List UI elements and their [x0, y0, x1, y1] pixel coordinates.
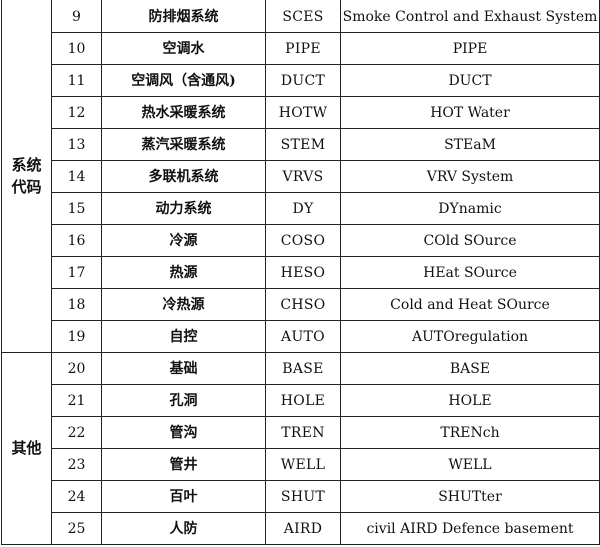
code-cell: TREN [265, 416, 341, 449]
name-cell: 管沟 [101, 416, 266, 449]
name-cell: 百叶 [101, 480, 266, 513]
number-cell: 22 [51, 416, 102, 449]
table-row: 其他 20 基础 BASE BASE [1, 352, 600, 545]
number-cell: 25 [51, 512, 102, 545]
description-cell: civil AIRD Defence basement [340, 512, 600, 545]
name-cell: 动力系统 [101, 192, 266, 225]
code-cell: SCES [265, 0, 341, 33]
description-cell: DYnamic [340, 192, 600, 225]
number-cell: 16 [51, 224, 102, 257]
description-cell: STEaM [340, 128, 600, 161]
number-cell: 20 [51, 352, 102, 385]
number-cell: 15 [51, 192, 102, 225]
description-cell: PIPE [340, 32, 600, 65]
name-cell: 空调风（含通风) [101, 64, 266, 97]
number-cell: 9 [51, 0, 102, 33]
number-cell: 17 [51, 256, 102, 289]
table-row: 14 多联机系统 VRVS VRV System [2, 160, 600, 193]
name-cell: 热水采暖系统 [101, 96, 266, 129]
name-cell: 管井 [101, 448, 266, 481]
table-row: 13 蒸汽采暖系统 STEM STEaM [2, 128, 600, 161]
table-row: 24 百叶 SHUT SHUTter [2, 480, 600, 513]
table-row: 19 自控 AUTO AUTOregulation [2, 320, 600, 353]
code-cell: HOTW [265, 96, 341, 129]
name-cell: 人防 [101, 512, 266, 545]
number-cell: 21 [51, 384, 102, 417]
description-cell: HOT Water [340, 96, 600, 129]
group-label-line: 其他 [11, 438, 42, 457]
description-cell: HEat SOurce [340, 256, 600, 289]
name-cell: 蒸汽采暖系统 [101, 128, 266, 161]
table-row: 18 冷热源 CHSO Cold and Heat SOurce [2, 288, 600, 321]
group-label-cell: 其他 [1, 352, 52, 545]
description-cell: WELL [340, 448, 600, 481]
name-cell: 防排烟系统 [101, 0, 266, 33]
code-cell: COSO [265, 224, 341, 257]
description-cell: TRENch [340, 416, 600, 449]
name-cell: 自控 [101, 320, 266, 353]
number-cell: 14 [51, 160, 102, 193]
group-label-line: 系统 [11, 155, 42, 174]
description-cell: SHUTter [340, 480, 600, 513]
code-cell: BASE [265, 352, 341, 385]
description-cell: AUTOregulation [340, 320, 600, 353]
description-cell: Smoke Control and Exhaust System [340, 0, 600, 33]
table-row: 25 人防 AIRD civil AIRD Defence basement [2, 512, 600, 545]
code-cell: SHUT [265, 480, 341, 513]
number-cell: 11 [51, 64, 102, 97]
table-row: 22 管沟 TREN TRENch [2, 416, 600, 449]
code-cell: DUCT [265, 64, 341, 97]
description-cell: HOLE [340, 384, 600, 417]
number-cell: 13 [51, 128, 102, 161]
code-cell: VRVS [265, 160, 341, 193]
code-cell: HESO [265, 256, 341, 289]
group-label-line: 代码 [11, 177, 42, 196]
name-cell: 冷热源 [101, 288, 266, 321]
number-cell: 18 [51, 288, 102, 321]
code-cell: PIPE [265, 32, 341, 65]
number-cell: 10 [51, 32, 102, 65]
table-row: 21 孔洞 HOLE HOLE [2, 384, 600, 417]
description-cell: COld SOurce [340, 224, 600, 257]
number-cell: 12 [51, 96, 102, 129]
code-cell: STEM [265, 128, 341, 161]
description-cell: VRV System [340, 160, 600, 193]
name-cell: 多联机系统 [101, 160, 266, 193]
number-cell: 24 [51, 480, 102, 513]
code-cell: AUTO [265, 320, 341, 353]
code-cell: HOLE [265, 384, 341, 417]
description-cell: DUCT [340, 64, 600, 97]
table-row: 11 空调风（含通风) DUCT DUCT [2, 64, 600, 97]
table-body: 系统 代码 9 防排烟系统 SCES Smoke Control and Exhaust … [1, 0, 600, 545]
name-cell: 孔洞 [101, 384, 266, 417]
number-cell: 19 [51, 320, 102, 353]
code-cell: DY [265, 192, 341, 225]
code-cell: WELL [265, 448, 341, 481]
table-row: 12 热水采暖系统 HOTW HOT Water [2, 96, 600, 129]
table-row: 17 热源 HESO HEat SOurce [2, 256, 600, 289]
description-cell: BASE [340, 352, 600, 385]
system-code-table: 系统 代码 9 防排烟系统 SCES Smoke Control and Exhaust … [1, 0, 600, 545]
name-cell: 基础 [101, 352, 266, 385]
name-cell: 热源 [101, 256, 266, 289]
name-cell: 冷源 [101, 224, 266, 257]
table-row: 23 管井 WELL WELL [2, 448, 600, 481]
description-cell: Cold and Heat SOurce [340, 288, 600, 321]
code-cell: CHSO [265, 288, 341, 321]
name-cell: 空调水 [101, 32, 266, 65]
table-row: 16 冷源 COSO COld SOurce [2, 224, 600, 257]
table-row: 10 空调水 PIPE PIPE [2, 32, 600, 65]
group-label-cell: 系统 代码 [1, 0, 52, 353]
code-cell: AIRD [265, 512, 341, 545]
table-row: 15 动力系统 DY DYnamic [2, 192, 600, 225]
number-cell: 23 [51, 448, 102, 481]
table-row: 系统 代码 9 防排烟系统 SCES Smoke Control and Exhaust … [1, 0, 600, 353]
